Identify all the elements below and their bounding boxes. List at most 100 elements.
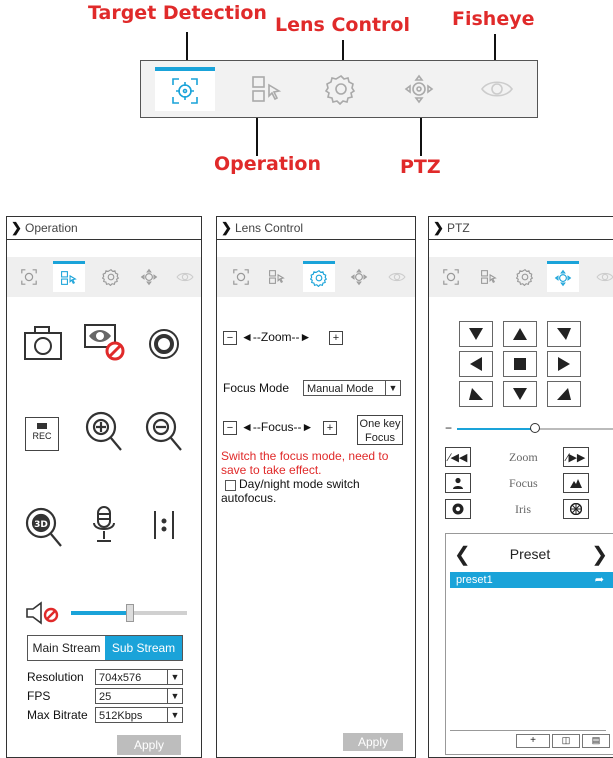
tab-operation[interactable]	[473, 263, 505, 291]
focus-far-button[interactable]	[563, 473, 589, 493]
ptz-down-button[interactable]	[503, 381, 537, 407]
one-key-focus-button[interactable]: One key Focus	[357, 415, 403, 445]
ptz-up-left-button[interactable]	[459, 321, 493, 347]
tab-operation[interactable]	[261, 263, 293, 291]
zoom-out-button[interactable]	[143, 409, 185, 458]
panel-tabs	[429, 257, 613, 297]
target-detection-icon	[443, 269, 459, 285]
apply-button[interactable]: Apply	[343, 733, 403, 751]
focus-mode-select[interactable]: Manual Mode ▼	[303, 380, 401, 396]
tab-lens-control[interactable]	[509, 263, 541, 291]
ptz-down-left-button[interactable]	[459, 381, 493, 407]
save-preset-button[interactable]: ▤	[582, 734, 610, 748]
volume-thumb[interactable]	[126, 604, 134, 622]
tab-ptz[interactable]	[547, 261, 579, 292]
main-stream-tab[interactable]: Main Stream	[28, 636, 105, 660]
tab-fisheye[interactable]	[381, 263, 413, 291]
delete-preset-button[interactable]: ◫	[552, 734, 580, 748]
iris-open-button[interactable]	[563, 499, 589, 519]
focus-mode-label: Focus Mode	[223, 381, 290, 395]
resolution-select[interactable]: 704x576 ▼	[95, 669, 183, 685]
target-detection-icon	[172, 78, 198, 104]
resolution-value: 704x576	[99, 672, 142, 684]
camera-icon	[24, 326, 62, 360]
trash-icon: ◫	[561, 735, 571, 745]
zoom-in-button[interactable]	[83, 409, 125, 458]
sub-stream-tab[interactable]: Sub Stream	[105, 636, 182, 660]
chevron-right-icon[interactable]: ❯	[11, 220, 25, 236]
record-button[interactable]	[147, 327, 181, 366]
arrow-down-right-icon	[557, 388, 571, 400]
ptz-icon	[404, 74, 434, 104]
operation-panel: ❯ Operation REC 3D Main Stream Sub Strea…	[6, 216, 202, 758]
operation-icon	[481, 270, 497, 284]
iris-close-button[interactable]	[445, 499, 471, 519]
preset-title: Preset	[509, 546, 551, 562]
arrow-down-left-icon	[469, 388, 483, 400]
add-preset-button[interactable]: +	[516, 734, 550, 748]
original-scale-button[interactable]	[149, 509, 179, 546]
tab-ptz[interactable]	[133, 263, 165, 291]
ptz-speed-slider[interactable]	[457, 423, 613, 433]
local-record-button[interactable]: REC	[25, 417, 59, 451]
callout-fisheye: Fisheye	[452, 8, 535, 30]
tab-lens-control[interactable]	[303, 261, 335, 292]
chevron-right-icon[interactable]: ❯	[221, 220, 235, 236]
talk-button[interactable]	[91, 505, 117, 550]
ptz-up-button[interactable]	[503, 321, 537, 347]
3d-zoom-button[interactable]: 3D	[23, 505, 65, 554]
ptz-right-button[interactable]	[547, 351, 581, 377]
eye-icon	[596, 272, 613, 282]
ptz-up-right-button[interactable]	[547, 321, 581, 347]
fps-select[interactable]: 25 ▼	[95, 688, 183, 704]
tab-target-detection[interactable]	[13, 263, 45, 291]
snapshot-button[interactable]	[23, 325, 63, 366]
mute-button[interactable]	[25, 601, 63, 630]
goto-preset-icon[interactable]: ➦	[595, 572, 604, 588]
list-item[interactable]: preset1 ➦	[450, 572, 613, 588]
ptz-icon	[554, 269, 572, 287]
max-bitrate-select[interactable]: 512Kbps ▼	[95, 707, 183, 723]
zoom-in-button[interactable]: ∕▶▶	[563, 447, 589, 467]
tab-target-detection[interactable]	[155, 67, 215, 111]
panel-tabs	[7, 257, 201, 297]
panel-header: ❯ PTZ	[429, 217, 613, 240]
tab-fisheye[interactable]	[169, 263, 201, 291]
arrow-up-left-icon	[469, 328, 483, 340]
zoom-out-button[interactable]: ∕◀◀	[445, 447, 471, 467]
arrow-up-icon	[513, 328, 527, 340]
tab-fisheye[interactable]	[467, 67, 527, 111]
tab-lens-control[interactable]	[311, 67, 371, 111]
zoom-out-button[interactable]: −	[223, 331, 237, 345]
zoom-in-icon	[85, 411, 122, 451]
zoom-in-icon: ∕▶▶	[566, 451, 586, 464]
focus-near-button[interactable]	[445, 473, 471, 493]
apply-button[interactable]: Apply	[117, 735, 181, 755]
tab-lens-control[interactable]	[95, 263, 127, 291]
tab-target-detection[interactable]	[435, 263, 467, 291]
tab-target-detection[interactable]	[225, 263, 257, 291]
ptz-left-button[interactable]	[459, 351, 493, 377]
arrow-left-icon	[470, 357, 482, 371]
eye-icon	[481, 81, 513, 97]
ptz-icon	[350, 268, 368, 286]
speed-thumb[interactable]	[530, 423, 540, 433]
tab-operation[interactable]	[53, 261, 85, 292]
operation-icon	[61, 271, 77, 285]
plus-icon: +	[530, 735, 536, 746]
ptz-down-right-button[interactable]	[547, 381, 581, 407]
preset-next-icon[interactable]: ❯	[591, 542, 608, 567]
privacy-button[interactable]	[83, 321, 127, 366]
focus-far-button[interactable]: +	[323, 421, 337, 435]
focus-near-button[interactable]: −	[223, 421, 237, 435]
chevron-right-icon[interactable]: ❯	[433, 220, 447, 236]
tab-ptz[interactable]	[389, 67, 449, 111]
target-detection-icon	[233, 269, 249, 285]
tab-ptz[interactable]	[343, 263, 375, 291]
volume-slider[interactable]	[71, 604, 187, 622]
panel-tabs	[217, 257, 415, 297]
ptz-stop-button[interactable]	[503, 351, 537, 377]
tab-fisheye[interactable]	[589, 263, 613, 291]
tab-operation[interactable]	[237, 67, 297, 111]
zoom-in-button[interactable]: +	[329, 331, 343, 345]
